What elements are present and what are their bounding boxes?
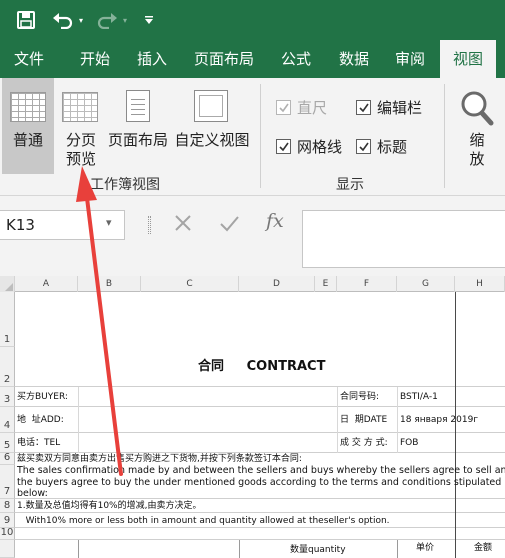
name-box-value: K13 [6, 216, 35, 234]
row-header [0, 540, 15, 558]
normal-view-icon [10, 92, 46, 122]
column-header[interactable]: G [397, 276, 455, 292]
group-divider [260, 84, 261, 188]
normal-view-label: 普通 [12, 131, 43, 149]
page-layout-view-label: 页面布局 [107, 131, 168, 149]
save-icon[interactable] [14, 8, 38, 32]
deal-value: FOB [400, 438, 419, 448]
column-header[interactable]: C [141, 276, 239, 292]
buyer-label: 买方BUYER: [17, 392, 68, 402]
quantity-header: 数量quantity [290, 545, 346, 555]
amount-header: 金额 [474, 543, 493, 553]
ruler-check-icon [276, 99, 291, 115]
zoom-label-1: 缩 [469, 131, 485, 149]
ruler-checkbox: 直尺 [276, 96, 327, 118]
contract-title: 合同 CONTRACT [198, 359, 326, 374]
contract-no-value: BSTI/A-1 [400, 392, 438, 402]
unit-price-header: 单价 [416, 543, 435, 553]
tab-home[interactable]: 开始 [66, 40, 124, 78]
custom-views-icon [194, 90, 228, 122]
ruler-label: 直尺 [297, 98, 328, 117]
row-header[interactable]: 1 [0, 292, 15, 347]
tab-insert[interactable]: 插入 [124, 40, 180, 78]
row7-line1: The sales confirmation made by and betwe… [17, 465, 505, 476]
magnifier-icon [460, 90, 494, 130]
enter-icon[interactable] [218, 212, 240, 238]
row-header[interactable]: 5 [0, 433, 15, 453]
column-header[interactable]: A [15, 276, 78, 292]
row8-text: 1.数量及总值均得有10%的增减,由卖方决定。 [17, 501, 202, 511]
worksheet-page-break-preview: A B C D E F G H 1 2 3 4 5 6 7 8 9 10 合同 … [0, 276, 505, 558]
headings-label: 标题 [377, 137, 408, 156]
show-group-label: 显示 [336, 177, 364, 193]
column-header[interactable]: F [337, 276, 397, 292]
formula-bar-area: K13 ▾ fx [0, 196, 505, 276]
formula-input[interactable] [302, 210, 505, 268]
tab-data[interactable]: 数据 [326, 40, 382, 78]
row-header[interactable]: 9 [0, 513, 15, 528]
tab-formulas[interactable]: 公式 [268, 40, 324, 78]
deal-label: 成 交 方 式: [340, 438, 388, 448]
cancel-icon[interactable] [172, 212, 194, 238]
column-headers: A B C D E F G H [0, 276, 505, 292]
column-header[interactable]: E [315, 276, 337, 292]
contract-no-label: 合同号码: [340, 392, 380, 402]
insert-function-icon[interactable]: fx [266, 210, 284, 232]
page-break-preview-icon [62, 92, 98, 122]
group-divider [444, 84, 445, 188]
undo-icon[interactable] [50, 8, 76, 32]
row-header[interactable]: 6 [0, 452, 15, 465]
normal-view-button[interactable]: 普通 [2, 78, 54, 174]
custom-views-label: 自定义视图 [174, 131, 250, 149]
gridlines-label: 网格线 [297, 137, 343, 156]
date-label: 日 期DATE [340, 415, 388, 425]
page-layout-view-icon [126, 90, 150, 122]
tab-view[interactable]: 视图 [440, 40, 496, 78]
redo-icon [94, 8, 120, 32]
row-header[interactable]: 10 [0, 527, 15, 540]
row-header[interactable]: 3 [0, 387, 15, 407]
column-header[interactable]: B [78, 276, 141, 292]
tab-review[interactable]: 审阅 [382, 40, 438, 78]
column-header[interactable]: D [239, 276, 315, 292]
formula-bar-splitter[interactable] [148, 216, 151, 234]
ribbon-tab-bar: 文件 开始 插入 页面布局 公式 数据 审阅 视图 [0, 40, 505, 78]
row-header[interactable]: 8 [0, 499, 15, 513]
row-header[interactable]: 2 [0, 347, 15, 387]
tab-file[interactable]: 文件 [0, 40, 58, 78]
address-label: 地 址ADD: [17, 415, 64, 425]
row6-text: 兹买卖双方同意由卖方出售买方购进之下货物,并按下列条款签订本合同: [17, 454, 302, 464]
formula-bar-checkbox[interactable]: 编辑栏 [356, 96, 422, 118]
row7-line3: below: [17, 488, 48, 499]
formula-bar-label: 编辑栏 [377, 98, 423, 117]
zoom-label-2: 放 [469, 150, 485, 168]
gridlines-check-icon [276, 138, 291, 154]
row-header[interactable]: 4 [0, 407, 15, 433]
headings-checkbox[interactable]: 标题 [356, 135, 407, 157]
ribbon-view: 普通 分页 预览 页面布局 自定义视图 工作簿视图 直尺 编辑栏 网格线 标题 … [0, 78, 505, 196]
row9-text: With10% more or less both in amount and … [17, 516, 390, 526]
customize-toolbar-icon[interactable] [142, 10, 156, 30]
page-break-preview-button[interactable]: 分页 预览 [58, 78, 104, 174]
workbook-views-group-label: 工作簿视图 [90, 177, 160, 193]
custom-views-button[interactable]: 自定义视图 [172, 78, 252, 174]
tel-label: 电话：TEL [17, 438, 61, 448]
headings-check-icon [356, 138, 371, 154]
quick-access-toolbar: ▾ ▾ [0, 0, 505, 40]
page-layout-view-button[interactable]: 页面布局 [106, 78, 170, 174]
undo-dropdown-icon[interactable]: ▾ [76, 10, 86, 30]
zoom-button[interactable]: 缩 放 [452, 78, 502, 174]
date-value: 18 января 2019г [400, 415, 479, 425]
name-box-dropdown-icon[interactable]: ▾ [106, 216, 112, 229]
redo-dropdown-icon: ▾ [122, 15, 127, 25]
formula-bar-check-icon [356, 99, 371, 115]
row7-line2: the buyers agree to buy the under mentio… [17, 477, 502, 488]
gridlines-checkbox[interactable]: 网格线 [276, 135, 342, 157]
tab-page-layout[interactable]: 页面布局 [186, 40, 262, 78]
excel-window: ▾ ▾ 文件 开始 插入 页面布局 公式 数据 审阅 视图 普通 分页 预览 页… [0, 0, 505, 558]
column-header[interactable]: H [455, 276, 505, 292]
row-header[interactable]: 7 [0, 465, 15, 499]
page-break-preview-label-1: 分页 [65, 131, 96, 149]
page-break-preview-label-2: 预览 [65, 150, 96, 168]
